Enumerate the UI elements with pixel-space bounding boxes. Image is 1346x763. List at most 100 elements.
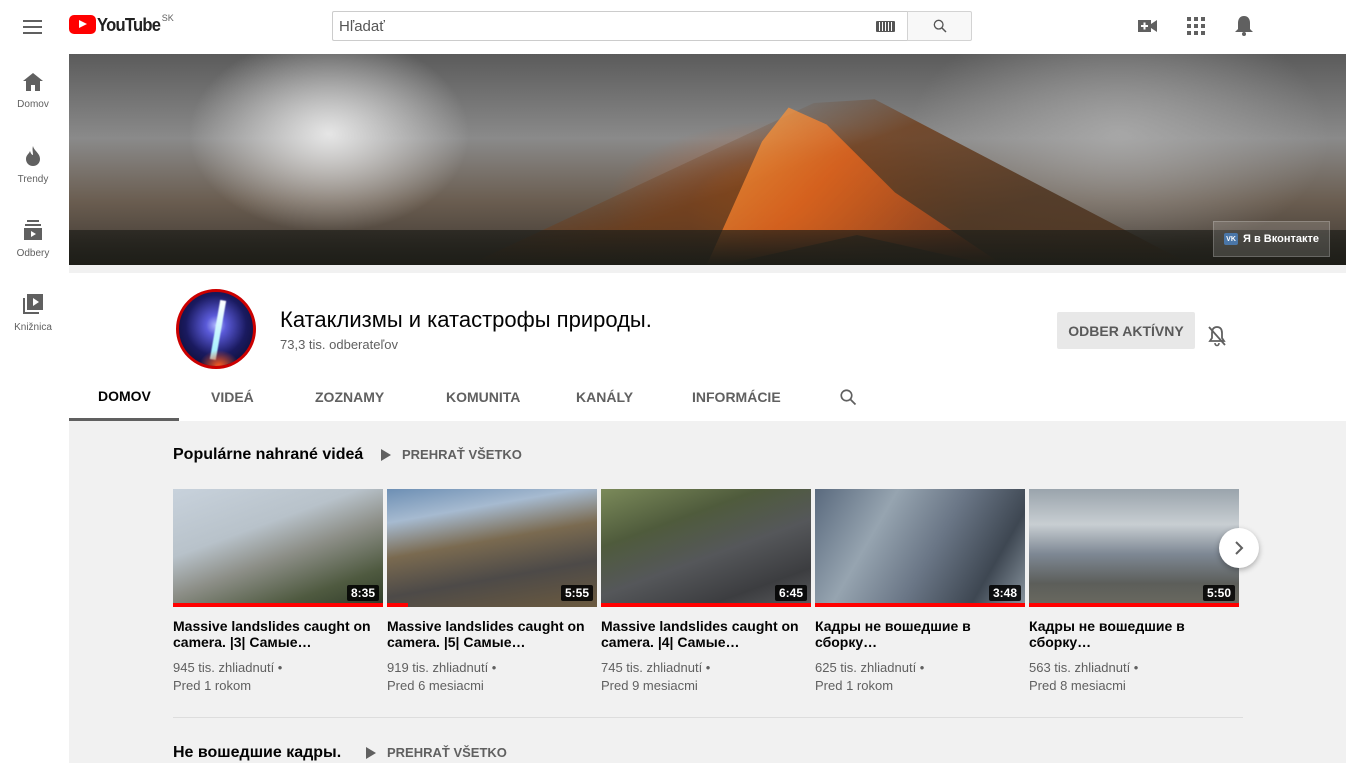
video-age: Pred 8 mesiacmi — [1029, 678, 1126, 693]
watch-progress — [1029, 603, 1239, 607]
notifications-icon[interactable] — [1232, 14, 1256, 38]
play-icon — [366, 746, 376, 759]
play-icon — [381, 448, 391, 461]
shelf-next-button[interactable] — [1219, 528, 1259, 568]
video-meta: 745 tis. zhliadnutí • Pred 9 mesiacmi — [601, 659, 811, 695]
shelf-title[interactable]: Не вошедшие кадры. — [173, 744, 341, 762]
channel-content: Populárne nahrané videá PREHRAŤ VŠETKO 8… — [69, 421, 1346, 763]
fire-icon — [26, 145, 40, 166]
create-video-icon[interactable] — [1136, 14, 1160, 38]
menu-icon[interactable] — [18, 12, 48, 42]
library-icon — [23, 293, 43, 314]
tab-channels[interactable]: KANÁLY — [554, 373, 670, 421]
channel-title: Катаклизмы и катастрофы природы. — [280, 307, 652, 332]
subscribe-button[interactable]: ODBER AKTÍVNY — [1057, 312, 1195, 349]
video-meta: 919 tis. zhliadnutí • Pred 6 mesiacmi — [387, 659, 597, 695]
guide-item-label: Trendy — [17, 173, 49, 185]
video-views: 745 tis. zhliadnutí • — [601, 660, 711, 675]
channel-avatar[interactable] — [176, 289, 256, 369]
tab-home[interactable]: DOMOV — [69, 373, 179, 421]
search-box — [332, 11, 907, 41]
vk-link-label: Я в Вконтакте — [1243, 233, 1319, 245]
video-title[interactable]: Кадры не вошедшие в сборку… — [815, 618, 1025, 650]
channel-tabs: DOMOV VIDEÁ ZOZNAMY KOMUNITA KANÁLY INFO… — [69, 373, 857, 421]
video-title[interactable]: Кадры не вошедшие в сборку… — [1029, 618, 1239, 650]
video-age: Pred 1 rokom — [815, 678, 894, 693]
video-views: 563 tis. zhliadnutí • — [1029, 660, 1139, 675]
channel-header: Катаклизмы и катастрофы природы. 73,3 ti… — [69, 265, 1346, 421]
vk-icon: VK — [1224, 233, 1239, 245]
video-duration: 5:50 — [1202, 585, 1235, 601]
video-item[interactable]: 3:48 Кадры не вошедшие в сборку… 625 tis… — [815, 489, 1025, 695]
guide-item-subscriptions[interactable]: Odbery — [0, 202, 66, 276]
guide-item-library[interactable]: Knižnica — [0, 276, 66, 350]
guide-item-trending[interactable]: Trendy — [0, 128, 66, 202]
chevron-right-icon — [1235, 541, 1244, 555]
video-thumbnail[interactable]: 8:35 — [173, 489, 383, 607]
video-meta: 625 tis. zhliadnutí • Pred 1 rokom — [815, 659, 1025, 695]
guide-item-label: Odbery — [16, 247, 50, 259]
video-age: Pred 1 rokom — [173, 678, 252, 693]
play-all-button[interactable]: PREHRAŤ VŠETKO — [366, 745, 507, 760]
video-duration: 8:35 — [346, 585, 379, 601]
video-thumbnail[interactable]: 5:50 — [1029, 489, 1239, 607]
video-age: Pred 9 mesiacmi — [601, 678, 698, 693]
shelf-divider — [173, 717, 1243, 718]
home-icon — [23, 72, 43, 91]
video-duration: 3:48 — [988, 585, 1021, 601]
video-item[interactable]: 5:50 Кадры не вошедшие в сборку… 563 tis… — [1029, 489, 1239, 695]
video-item[interactable]: 6:45 Massive landslides caught on camera… — [601, 489, 811, 695]
play-all-label: PREHRAŤ VŠETKO — [402, 447, 522, 462]
video-item[interactable]: 5:55 Massive landslides caught on camera… — [387, 489, 597, 695]
keyboard-icon[interactable] — [876, 20, 895, 32]
search-bar — [332, 11, 972, 41]
video-title[interactable]: Massive landslides caught on camera. |5|… — [387, 618, 597, 650]
video-views: 625 tis. zhliadnutí • — [815, 660, 925, 675]
video-thumbnail[interactable]: 3:48 — [815, 489, 1025, 607]
country-code: SK — [161, 13, 174, 23]
tab-playlists[interactable]: ZOZNAMY — [288, 373, 421, 421]
search-input[interactable] — [339, 17, 876, 35]
search-button[interactable] — [907, 11, 972, 41]
watch-progress — [387, 603, 408, 607]
vk-link[interactable]: VK Я в Вконтакте — [1213, 221, 1330, 257]
search-icon — [933, 19, 947, 33]
banner-forest — [69, 230, 1346, 265]
video-title[interactable]: Massive landslides caught on camera. |4|… — [601, 618, 811, 650]
tab-community[interactable]: KOMUNITA — [421, 373, 554, 421]
guide-item-label: Domov — [17, 98, 49, 110]
notification-bell-off-icon[interactable] — [1207, 325, 1229, 347]
video-item[interactable]: 8:35 Massive landslides caught on camera… — [173, 489, 383, 695]
avatar-glow — [199, 350, 239, 366]
watch-progress — [815, 603, 1025, 607]
guide-item-label: Knižnica — [14, 321, 52, 333]
watch-progress — [601, 603, 811, 607]
masthead: YouTube SK — [0, 0, 1346, 54]
video-views: 919 tis. zhliadnutí • — [387, 660, 497, 675]
video-age: Pred 6 mesiacmi — [387, 678, 484, 693]
guide-item-home[interactable]: Domov — [0, 54, 66, 128]
play-all-label: PREHRAŤ VŠETKO — [387, 745, 507, 760]
channel-search-icon[interactable] — [817, 373, 857, 421]
guide-sidebar: Domov Trendy Odbery Knižnica — [0, 54, 69, 763]
video-duration: 6:45 — [774, 585, 807, 601]
top-icons — [1136, 14, 1256, 38]
logo-text: YouTube — [97, 15, 161, 35]
shelf-title[interactable]: Populárne nahrané videá — [173, 446, 363, 464]
video-thumbnail[interactable]: 5:55 — [387, 489, 597, 607]
channel-banner: VK Я в Вконтакте — [69, 54, 1346, 265]
tab-about[interactable]: INFORMÁCIE — [670, 373, 817, 421]
watch-progress — [173, 603, 383, 607]
video-duration: 5:55 — [560, 585, 593, 601]
video-meta: 945 tis. zhliadnutí • Pred 1 rokom — [173, 659, 383, 695]
play-all-button[interactable]: PREHRAŤ VŠETKO — [381, 447, 522, 462]
youtube-logo[interactable]: YouTube SK — [69, 13, 174, 35]
video-meta: 563 tis. zhliadnutí • Pred 8 mesiacmi — [1029, 659, 1239, 695]
video-thumbnail[interactable]: 6:45 — [601, 489, 811, 607]
subscriber-count: 73,3 tis. odberateľov — [280, 337, 398, 352]
video-title[interactable]: Massive landslides caught on camera. |3|… — [173, 618, 383, 650]
youtube-play-icon — [69, 15, 96, 34]
apps-icon[interactable] — [1184, 14, 1208, 38]
video-views: 945 tis. zhliadnutí • — [173, 660, 283, 675]
tab-videos[interactable]: VIDEÁ — [179, 373, 288, 421]
